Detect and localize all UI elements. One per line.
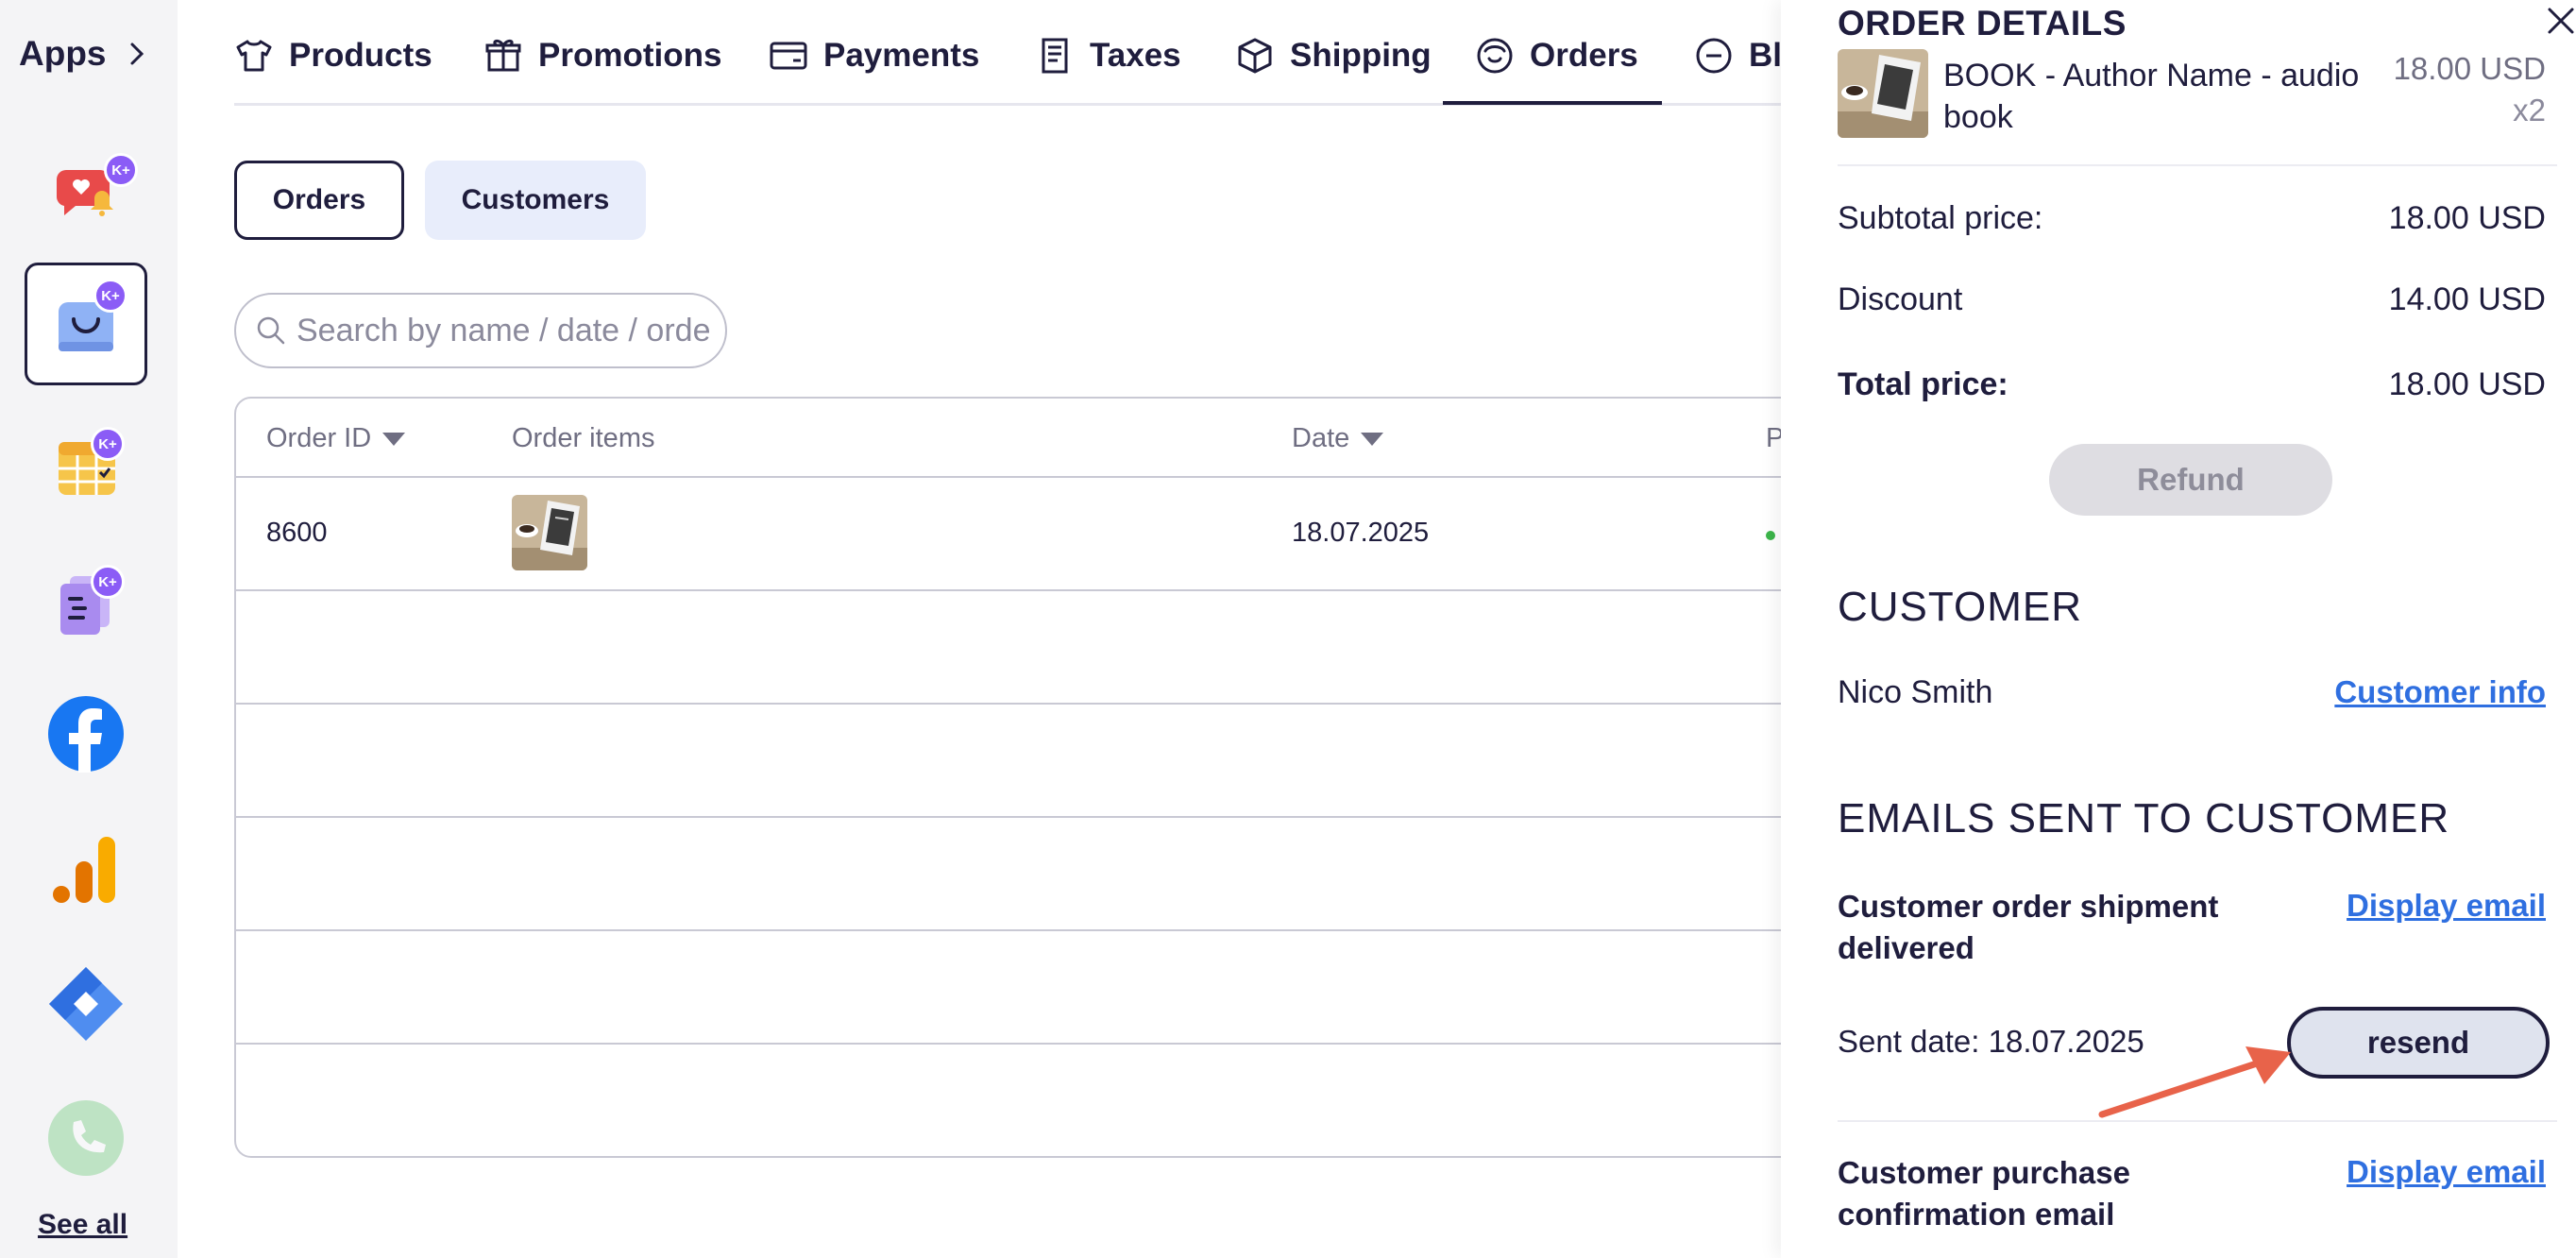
k-plus-badge: K+: [91, 565, 125, 599]
tab-taxes[interactable]: Taxes: [1035, 36, 1181, 76]
status-dot: [1766, 531, 1775, 540]
tab-label: Payments: [823, 37, 980, 74]
shop-app[interactable]: K+: [25, 263, 147, 385]
analytics-app[interactable]: [25, 808, 147, 931]
email-shipment-title: Customer order shipment delivered: [1838, 889, 2219, 965]
discount-label: Discount: [1838, 281, 1963, 317]
bar-analytics-icon: [53, 837, 115, 903]
subtotal-value: 18.00 USD: [2388, 200, 2546, 236]
panel-title: ORDER DETAILS: [1838, 4, 2127, 42]
tab-products[interactable]: Products: [234, 36, 432, 76]
order-id-cell: 8600: [266, 518, 328, 548]
documents-app[interactable]: K+: [25, 540, 147, 663]
book-image-icon: [1838, 49, 1928, 138]
gift-icon: [485, 39, 521, 72]
tab-shipping[interactable]: Shipping: [1235, 36, 1432, 76]
facebook-app[interactable]: [25, 672, 147, 795]
customers-toggle-button[interactable]: Customers: [425, 161, 646, 240]
customer-name: Nico Smith: [1838, 674, 1993, 710]
table-header: Order ID Order items Date P: [236, 399, 1856, 478]
k-plus-badge: K+: [93, 279, 127, 313]
tab-label: Orders: [1530, 37, 1638, 74]
calendar-app[interactable]: K+: [25, 404, 147, 527]
book-thumbnail: [512, 495, 587, 570]
item-price: 18.00 USD: [2393, 51, 2546, 86]
search-box[interactable]: [234, 293, 727, 368]
tab-label: Taxes: [1090, 37, 1181, 74]
tab-label: Shipping: [1290, 37, 1432, 74]
display-email-link[interactable]: Display email: [2347, 1154, 2546, 1190]
tab-label: Promotions: [538, 37, 722, 74]
phone-app[interactable]: [25, 1077, 147, 1199]
resend-button[interactable]: resend: [2287, 1007, 2550, 1079]
table-row[interactable]: 8600 18.07.2025: [236, 478, 1856, 591]
table-row-empty: [236, 705, 1856, 818]
k-plus-badge: K+: [104, 153, 138, 187]
tag-manager-icon: [49, 967, 123, 1041]
item-quantity: x2: [2513, 93, 2546, 128]
table-row-empty: [236, 591, 1856, 705]
tag-manager-app[interactable]: [25, 943, 147, 1065]
card-icon: [770, 42, 807, 70]
item-name: BOOK - Author Name - audio book: [1943, 58, 2360, 135]
email-confirmation-title: Customer purchase confirmation email: [1838, 1155, 2130, 1232]
search-input[interactable]: [297, 312, 712, 349]
apps-title: Apps: [19, 34, 107, 73]
order-items-header: Order items: [512, 423, 655, 453]
see-all-link[interactable]: See all: [38, 1209, 127, 1241]
total-label: Total price:: [1838, 366, 2008, 402]
facebook-icon: [48, 696, 124, 773]
apps-sidebar: Apps K+ K+ K+ K+ See all: [0, 0, 178, 1258]
item-thumbnail: [1838, 49, 1928, 138]
box-icon: [1238, 38, 1272, 74]
sort-down-icon: [1361, 432, 1384, 446]
order-id-header[interactable]: Order ID: [266, 423, 406, 454]
tshirt-icon: [236, 40, 272, 72]
notifications-app[interactable]: K+: [25, 130, 147, 253]
sort-down-icon: [382, 432, 406, 446]
divider: [1838, 164, 2557, 166]
apps-header[interactable]: Apps: [19, 34, 146, 74]
display-email-link[interactable]: Display email: [2347, 888, 2546, 924]
table-row-empty: [236, 818, 1856, 931]
phone-icon: [48, 1100, 124, 1176]
subtotal-label: Subtotal price:: [1838, 200, 2043, 236]
tab-promotions[interactable]: Promotions: [483, 36, 721, 76]
date-cell: 18.07.2025: [1292, 518, 1430, 548]
k-plus-badge: K+: [91, 427, 125, 461]
orders-table: Order ID Order items Date P 8600 18.07.2…: [234, 397, 1858, 1158]
bag-icon: [1477, 38, 1513, 74]
date-header[interactable]: Date: [1292, 423, 1384, 454]
refund-button[interactable]: Refund: [2049, 444, 2332, 516]
tab-label: Products: [289, 37, 432, 74]
total-value: 18.00 USD: [2388, 366, 2546, 402]
tab-orders[interactable]: Orders: [1475, 36, 1638, 76]
tab-payments[interactable]: Payments: [769, 36, 979, 76]
search-icon: [257, 316, 285, 345]
discount-value: 14.00 USD: [2388, 281, 2546, 317]
emails-section-title: EMAILS SENT TO CUSTOMER: [1838, 795, 2450, 842]
orders-toggle-button[interactable]: Orders: [234, 161, 404, 240]
customer-info-link[interactable]: Customer info: [2334, 674, 2546, 710]
book-image-icon: [512, 495, 587, 570]
close-icon[interactable]: [2544, 4, 2576, 36]
customer-section-title: CUSTOMER: [1838, 584, 2082, 630]
chevron-right-icon: [130, 42, 144, 65]
annotation-arrow-icon: [2098, 1046, 2291, 1118]
table-row-empty: [236, 931, 1856, 1045]
active-tab-indicator: [1443, 101, 1662, 105]
receipt-icon: [1042, 38, 1068, 74]
minus-circle-icon: [1696, 38, 1732, 74]
top-navigation: Products Promotions Payments Taxes Shipp…: [234, 0, 1800, 106]
